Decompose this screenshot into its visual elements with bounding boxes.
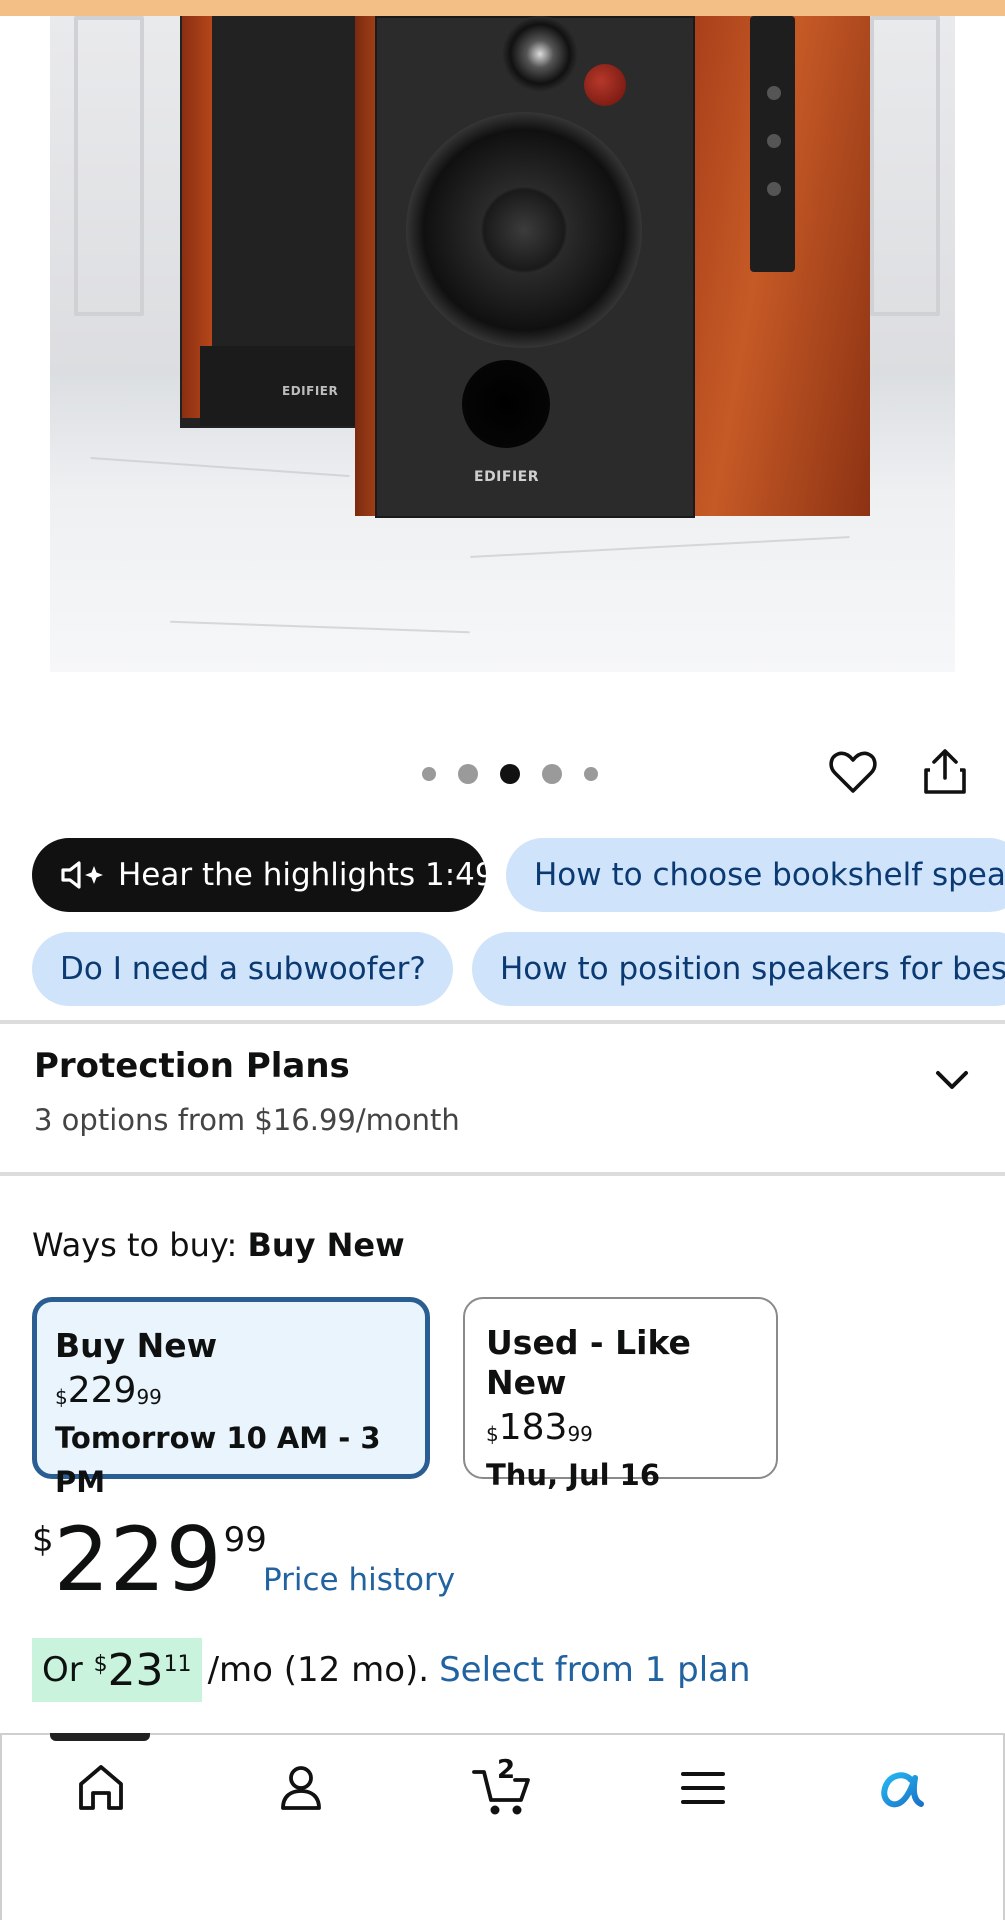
section-divider (0, 1172, 1005, 1176)
financing-terms: /mo (12 mo). (207, 1650, 430, 1690)
carousel-dot[interactable] (542, 764, 562, 784)
brand-label: EDIFIER (282, 384, 339, 398)
chip-hear-highlights[interactable]: Hear the highlights 1:49 (32, 838, 486, 912)
chip-position-speakers[interactable]: How to position speakers for best sound (472, 932, 1005, 1006)
price-history-link[interactable]: Price history (263, 1562, 455, 1598)
chip-label: How to position speakers for best sound (500, 951, 1005, 987)
product-image[interactable]: EDIFIER EDIFIER (50, 16, 955, 672)
financing-offer: Or $23 11 /mo (12 mo). Select from 1 plan (32, 1638, 751, 1702)
active-tab-indicator (50, 1733, 150, 1741)
menu-icon (677, 1764, 729, 1816)
rufus-icon (875, 1762, 931, 1818)
speaker-woofer (406, 112, 642, 348)
select-plan-link[interactable]: Select from 1 plan (439, 1650, 750, 1690)
brand-label: EDIFIER (474, 469, 540, 485)
speaker-sparkle-icon (60, 860, 106, 890)
buy-option-delivery: Thu, Jul 16 (486, 1458, 661, 1492)
share-icon[interactable] (922, 748, 968, 796)
protection-plans-subtitle: 3 options from $16.99/month (34, 1103, 460, 1137)
nav-menu[interactable] (668, 1755, 738, 1825)
speaker-tweeter (502, 16, 578, 92)
carousel-dots[interactable] (422, 764, 598, 784)
buy-option-title: Used - Like New (486, 1323, 691, 1402)
home-icon (73, 1760, 129, 1820)
nav-assistant[interactable] (868, 1755, 938, 1825)
carousel-dot[interactable] (422, 767, 436, 781)
section-divider (0, 1020, 1005, 1024)
heart-icon[interactable] (828, 747, 878, 797)
buy-option-title: Buy New (55, 1326, 218, 1365)
chip-label: Do I need a subwoofer? (60, 951, 426, 987)
ways-to-buy-selected: Buy New (247, 1226, 405, 1264)
top-banner-strip (0, 0, 1005, 16)
speaker-port (462, 360, 550, 448)
speaker-knob (584, 64, 626, 106)
financing-amount: Or $23 11 (32, 1638, 202, 1702)
chevron-down-icon[interactable] (930, 1065, 974, 1095)
ways-to-buy-label: Ways to buy: (32, 1226, 238, 1264)
buy-option-used[interactable]: Used - Like New $18399 Thu, Jul 16 (463, 1297, 778, 1492)
carousel-dot[interactable] (458, 764, 478, 784)
buy-option-delivery: Tomorrow 10 AM - 3 PM (55, 1421, 381, 1499)
ways-to-buy-heading: Ways to buy: Buy New (32, 1226, 405, 1264)
chip-label: Hear the highlights 1:49 (118, 857, 486, 893)
nav-account[interactable] (266, 1755, 336, 1825)
nav-home[interactable] (66, 1755, 136, 1825)
buy-option-new[interactable]: Buy New $22999 Tomorrow 10 AM - 3 PM (32, 1297, 430, 1499)
chip-subwoofer[interactable]: Do I need a subwoofer? (32, 932, 453, 1006)
wall-panel (74, 16, 144, 316)
product-price: $ 229 99 (32, 1508, 267, 1611)
person-icon (273, 1760, 329, 1820)
carousel-dot-active[interactable] (500, 764, 520, 784)
wall-panel (870, 16, 940, 316)
buy-option-price: $18399 (486, 1407, 593, 1448)
cart-count-badge: 2 (496, 1755, 516, 1785)
chip-label: How to choose bookshelf speakers (534, 857, 1005, 893)
chip-how-to-choose[interactable]: How to choose bookshelf speakers (506, 838, 1005, 912)
buy-option-price: $22999 (55, 1370, 162, 1411)
protection-plans-title: Protection Plans (34, 1046, 350, 1086)
carousel-dot[interactable] (584, 767, 598, 781)
